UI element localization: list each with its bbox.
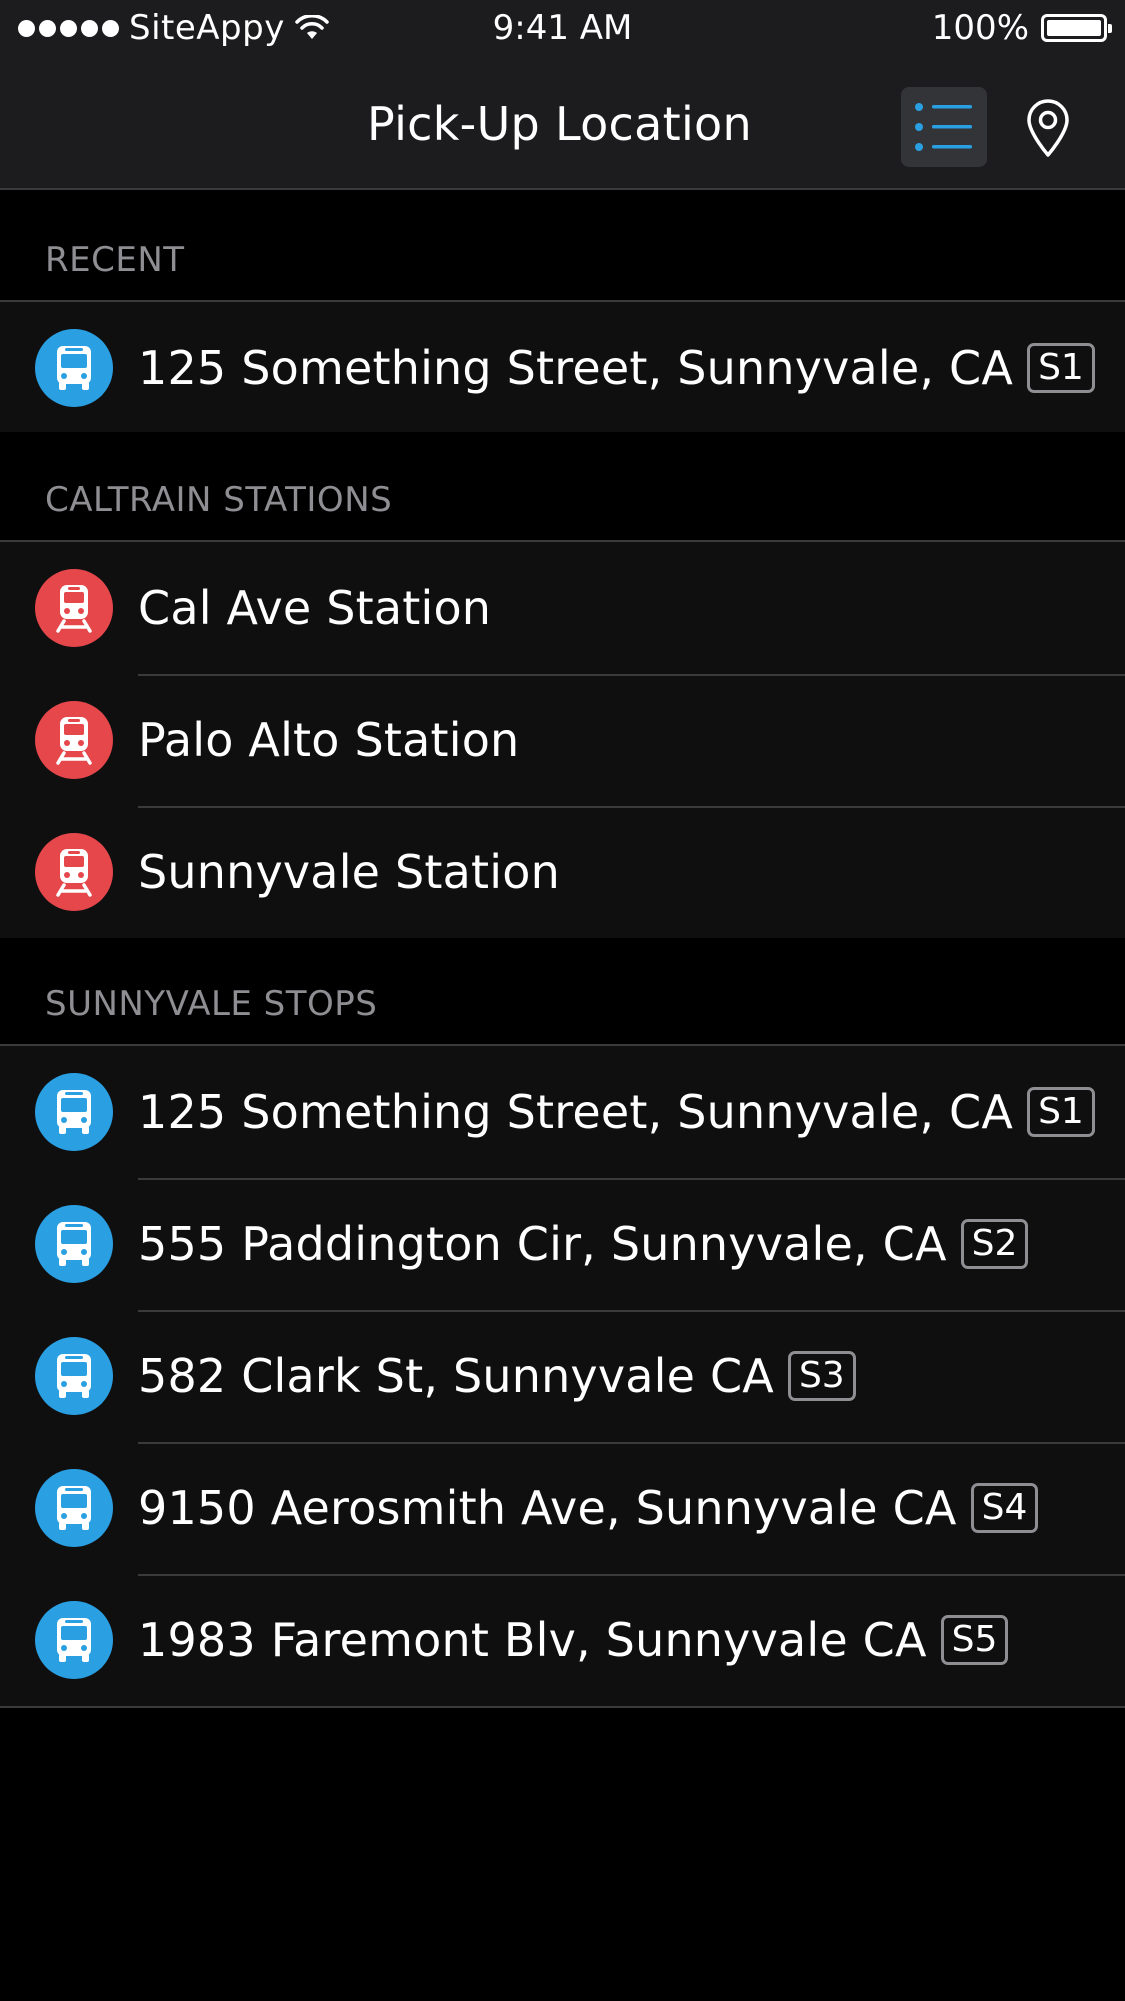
- list-item-text: 125 Something Street, Sunnyvale, CA S1: [138, 341, 1095, 395]
- list-item[interactable]: 1983 Faremont Blv, Sunnyvale CA S5: [0, 1574, 1125, 1706]
- list-item-label: Palo Alto Station: [138, 713, 520, 767]
- status-bar: SiteAppy 9:41 AM 100%: [0, 0, 1125, 58]
- list-item-label: 125 Something Street, Sunnyvale, CA: [138, 341, 1014, 395]
- list-item-text: Sunnyvale Station: [138, 845, 560, 899]
- list-icon: [915, 103, 972, 151]
- section-list-sunnyvale-stops: 125 Something Street, Sunnyvale, CA S1 5…: [0, 1046, 1125, 1708]
- bus-icon: [35, 1469, 113, 1547]
- stop-badge: S1: [1027, 343, 1095, 393]
- section-header-caltrain: CALTRAIN STATIONS: [0, 432, 1125, 542]
- section-list-recent: 125 Something Street, Sunnyvale, CA S1: [0, 302, 1125, 436]
- train-icon: [35, 569, 113, 647]
- list-item-label: 9150 Aerosmith Ave, Sunnyvale CA: [138, 1481, 957, 1535]
- stop-badge: S4: [970, 1483, 1039, 1533]
- list-item[interactable]: 125 Something Street, Sunnyvale, CA S1: [0, 1046, 1125, 1178]
- map-view-button[interactable]: [1022, 96, 1074, 160]
- section-title: SUNNYVALE STOPS: [45, 984, 378, 1024]
- section-title: CALTRAIN STATIONS: [45, 480, 393, 520]
- section-list-caltrain: Cal Ave Station Palo Alto Station Sunnyv…: [0, 542, 1125, 940]
- list-item-text: Palo Alto Station: [138, 713, 519, 767]
- list-item-label: 1983 Faremont Blv, Sunnyvale CA: [138, 1613, 927, 1667]
- battery-full-icon: [1041, 14, 1112, 42]
- list-item-text: 9150 Aerosmith Ave, Sunnyvale CA S4: [138, 1481, 1039, 1535]
- section-header-sunnyvale-stops: SUNNYVALE STOPS: [0, 938, 1125, 1046]
- bus-icon: [35, 1073, 113, 1151]
- list-item[interactable]: Palo Alto Station: [0, 674, 1125, 806]
- list-item[interactable]: 9150 Aerosmith Ave, Sunnyvale CA S4: [0, 1442, 1125, 1574]
- section-title: RECENT: [45, 240, 185, 280]
- map-pin-icon: [1027, 99, 1069, 157]
- section-header-recent: RECENT: [0, 190, 1125, 302]
- nav-bar: Pick-Up Location: [0, 58, 1125, 190]
- list-item-label: Sunnyvale Station: [138, 845, 560, 899]
- list-item-label: Cal Ave Station: [138, 581, 492, 635]
- bus-icon: [35, 329, 113, 407]
- list-item[interactable]: Sunnyvale Station: [0, 806, 1125, 938]
- bus-icon: [35, 1205, 113, 1283]
- battery-percentage: 100%: [931, 8, 1029, 48]
- list-item-text: 555 Paddington Cir, Sunnyvale, CA S2: [138, 1217, 1029, 1271]
- list-item-text: 125 Something Street, Sunnyvale, CA S1: [138, 1085, 1095, 1139]
- stop-badge: S3: [787, 1351, 856, 1401]
- list-item[interactable]: Cal Ave Station: [0, 542, 1125, 674]
- status-right: 100%: [931, 8, 1112, 48]
- train-icon: [35, 701, 113, 779]
- list-item-label: 555 Paddington Cir, Sunnyvale, CA: [138, 1217, 947, 1271]
- list-item-label: 125 Something Street, Sunnyvale, CA: [138, 1085, 1014, 1139]
- list-item[interactable]: 555 Paddington Cir, Sunnyvale, CA S2: [0, 1178, 1125, 1310]
- stop-badge: S2: [960, 1219, 1029, 1269]
- list-view-button[interactable]: [901, 87, 987, 167]
- list-item[interactable]: 125 Something Street, Sunnyvale, CA S1: [0, 302, 1125, 434]
- bus-icon: [35, 1601, 113, 1679]
- list-item-text: 582 Clark St, Sunnyvale CA S3: [138, 1349, 856, 1403]
- list-item-text: Cal Ave Station: [138, 581, 491, 635]
- train-icon: [35, 833, 113, 911]
- stop-badge: S5: [940, 1615, 1009, 1665]
- list-item-label: 582 Clark St, Sunnyvale CA: [138, 1349, 774, 1403]
- stop-badge: S1: [1027, 1087, 1095, 1137]
- list-item-text: 1983 Faremont Blv, Sunnyvale CA S5: [138, 1613, 1009, 1667]
- list-item[interactable]: 582 Clark St, Sunnyvale CA S3: [0, 1310, 1125, 1442]
- bus-icon: [35, 1337, 113, 1415]
